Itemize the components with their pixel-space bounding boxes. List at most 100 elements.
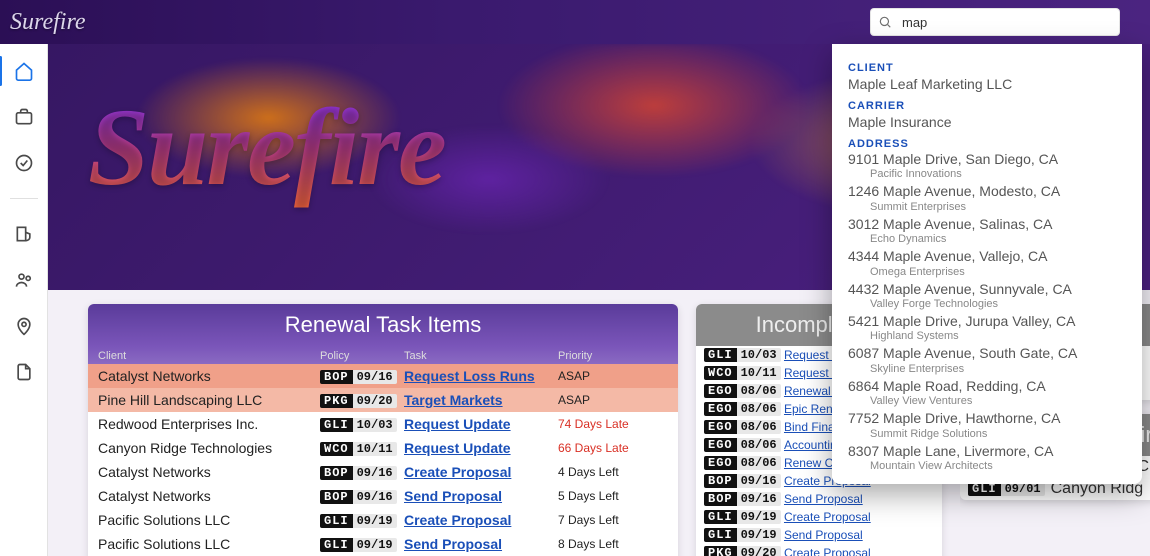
dropdown-address-result[interactable]: 6087 Maple Avenue, South Gate, CA xyxy=(848,346,1126,361)
renewal-row: Redwood Enterprises Inc.GLI10/03Request … xyxy=(88,412,678,436)
renewal-row: Pacific Solutions LLCGLI09/19Send Propos… xyxy=(88,532,678,556)
renewal-policy-tag: PKG09/20 xyxy=(320,391,404,410)
renewal-priority: 66 Days Late xyxy=(558,441,668,455)
incomplete-policy-tag: EGO08/06 xyxy=(704,400,781,418)
dropdown-address-sub: Omega Enterprises xyxy=(870,266,1126,278)
col-header-policy: Policy xyxy=(320,350,404,362)
dropdown-address-sub: Summit Ridge Solutions xyxy=(870,428,1126,440)
incomplete-policy-tag: PKG09/20 xyxy=(704,544,781,556)
col-header-priority: Priority xyxy=(558,350,668,362)
renewal-priority: 7 Days Left xyxy=(558,513,668,527)
renewal-priority: 5 Days Left xyxy=(558,489,668,503)
incomplete-policy-tag: BOP09/16 xyxy=(704,472,781,490)
incomplete-task-link[interactable]: Create Proposal xyxy=(784,510,871,524)
dropdown-address-sub: Skyline Enterprises xyxy=(870,363,1126,375)
incomplete-task-link[interactable]: Send Proposal xyxy=(784,492,863,506)
dropdown-address-sub: Summit Enterprises xyxy=(870,201,1126,213)
incomplete-policy-tag: EGO08/06 xyxy=(704,454,781,472)
renewal-client: Redwood Enterprises Inc. xyxy=(98,416,320,432)
renewal-policy-tag: GLI10/03 xyxy=(320,415,404,434)
renewal-task-link[interactable]: Target Markets xyxy=(404,392,503,408)
dropdown-section-carrier: CARRIER xyxy=(848,100,1126,112)
incomplete-policy-tag: EGO08/06 xyxy=(704,382,781,400)
renewal-task-link[interactable]: Create Proposal xyxy=(404,512,511,528)
dropdown-address-sub: Highland Systems xyxy=(870,330,1126,342)
renewal-priority: ASAP xyxy=(558,369,668,383)
renewal-priority: ASAP xyxy=(558,393,668,407)
renewal-client: Catalyst Networks xyxy=(98,368,320,384)
incomplete-policy-tag: WCO10/11 xyxy=(704,364,781,382)
dropdown-address-sub: Valley View Ventures xyxy=(870,395,1126,407)
location-pin-icon[interactable] xyxy=(13,315,35,337)
incomplete-task-link[interactable]: Send Proposal xyxy=(784,528,863,542)
dropdown-address-result[interactable]: 1246 Maple Avenue, Modesto, CA xyxy=(848,184,1126,199)
renewal-policy-tag: BOP09/16 xyxy=(320,463,404,482)
col-header-task: Task xyxy=(404,350,558,362)
briefcase-icon[interactable] xyxy=(13,106,35,128)
search-icon xyxy=(878,15,892,29)
dropdown-address-sub: Mountain View Architects xyxy=(870,460,1126,472)
global-search[interactable] xyxy=(870,8,1120,36)
renewal-policy-tag: GLI09/19 xyxy=(320,511,404,530)
renewal-client: Canyon Ridge Technologies xyxy=(98,440,320,456)
renewal-row: Catalyst NetworksBOP09/16Request Loss Ru… xyxy=(88,364,678,388)
dropdown-address-sub: Echo Dynamics xyxy=(870,233,1126,245)
incomplete-row: PKG09/20 Create Proposal xyxy=(696,544,942,556)
renewal-policy-tag: WCO10/11 xyxy=(320,439,404,458)
building-shield-icon[interactable] xyxy=(13,223,35,245)
renewal-row: Pacific Solutions LLCGLI09/19Create Prop… xyxy=(88,508,678,532)
topbar: Surefire xyxy=(0,0,1150,44)
renewal-row: Catalyst NetworksBOP09/16Create Proposal… xyxy=(88,460,678,484)
renewal-task-link[interactable]: Request Update xyxy=(404,416,511,432)
renewal-policy-tag: BOP09/16 xyxy=(320,367,404,386)
renewal-task-link[interactable]: Request Loss Runs xyxy=(404,368,535,384)
dropdown-section-address: ADDRESS xyxy=(848,138,1126,150)
panel-renewals: Renewal Task Items Client Policy Task Pr… xyxy=(88,304,678,556)
incomplete-policy-tag: EGO08/06 xyxy=(704,436,781,454)
dropdown-address-result[interactable]: 6864 Maple Road, Redding, CA xyxy=(848,379,1126,394)
incomplete-policy-tag: EGO08/06 xyxy=(704,418,781,436)
incomplete-policy-tag: GLI09/19 xyxy=(704,526,781,544)
search-dropdown: CLIENT Maple Leaf Marketing LLC CARRIER … xyxy=(832,44,1142,484)
panel-renewals-title: Renewal Task Items xyxy=(88,304,678,346)
renewal-priority: 8 Days Left xyxy=(558,537,668,551)
dropdown-address-result[interactable]: 3012 Maple Avenue, Salinas, CA xyxy=(848,217,1126,232)
search-input[interactable] xyxy=(900,14,1112,31)
dropdown-address-result[interactable]: 4432 Maple Avenue, Sunnyvale, CA xyxy=(848,282,1126,297)
incomplete-row: GLI09/19 Create Proposal xyxy=(696,508,942,526)
renewal-row: Canyon Ridge TechnologiesWCO10/11Request… xyxy=(88,436,678,460)
renewal-task-link[interactable]: Request Update xyxy=(404,440,511,456)
dropdown-client-result[interactable]: Maple Leaf Marketing LLC xyxy=(848,76,1126,92)
dropdown-carrier-result[interactable]: Maple Insurance xyxy=(848,114,1126,130)
renewal-client: Pacific Solutions LLC xyxy=(98,536,320,552)
renewal-client: Catalyst Networks xyxy=(98,464,320,480)
renewal-task-link[interactable]: Send Proposal xyxy=(404,536,502,552)
dropdown-address-result[interactable]: 9101 Maple Drive, San Diego, CA xyxy=(848,152,1126,167)
renewal-task-link[interactable]: Send Proposal xyxy=(404,488,502,504)
renewal-row: Pine Hill Landscaping LLCPKG09/20Target … xyxy=(88,388,678,412)
incomplete-task-link[interactable]: Create Proposal xyxy=(784,546,871,556)
dropdown-address-result[interactable]: 4344 Maple Avenue, Vallejo, CA xyxy=(848,249,1126,264)
brand-logo: Surefire xyxy=(10,9,86,36)
renewal-priority: 74 Days Late xyxy=(558,417,668,431)
renewal-policy-tag: GLI09/19 xyxy=(320,535,404,554)
home-icon[interactable] xyxy=(13,60,35,82)
incomplete-row: BOP09/16 Send Proposal xyxy=(696,490,942,508)
dropdown-address-sub: Pacific Innovations xyxy=(870,168,1126,180)
document-icon[interactable] xyxy=(13,361,35,383)
dropdown-address-result[interactable]: 7752 Maple Drive, Hawthorne, CA xyxy=(848,411,1126,426)
renewal-priority: 4 Days Left xyxy=(558,465,668,479)
renewal-task-link[interactable]: Create Proposal xyxy=(404,464,511,480)
dropdown-address-result[interactable]: 5421 Maple Drive, Jurupa Valley, CA xyxy=(848,314,1126,329)
renewal-client: Pacific Solutions LLC xyxy=(98,512,320,528)
dropdown-section-client: CLIENT xyxy=(848,62,1126,74)
users-icon[interactable] xyxy=(13,269,35,291)
incomplete-policy-tag: GLI10/03 xyxy=(704,346,781,364)
check-circle-icon[interactable] xyxy=(13,152,35,174)
col-header-client: Client xyxy=(98,350,320,362)
dropdown-address-result[interactable]: 8307 Maple Lane, Livermore, CA xyxy=(848,444,1126,459)
incomplete-policy-tag: BOP09/16 xyxy=(704,490,781,508)
renewals-headers: Client Policy Task Priority xyxy=(88,346,678,364)
dropdown-address-sub: Valley Forge Technologies xyxy=(870,298,1126,310)
renewal-policy-tag: BOP09/16 xyxy=(320,487,404,506)
